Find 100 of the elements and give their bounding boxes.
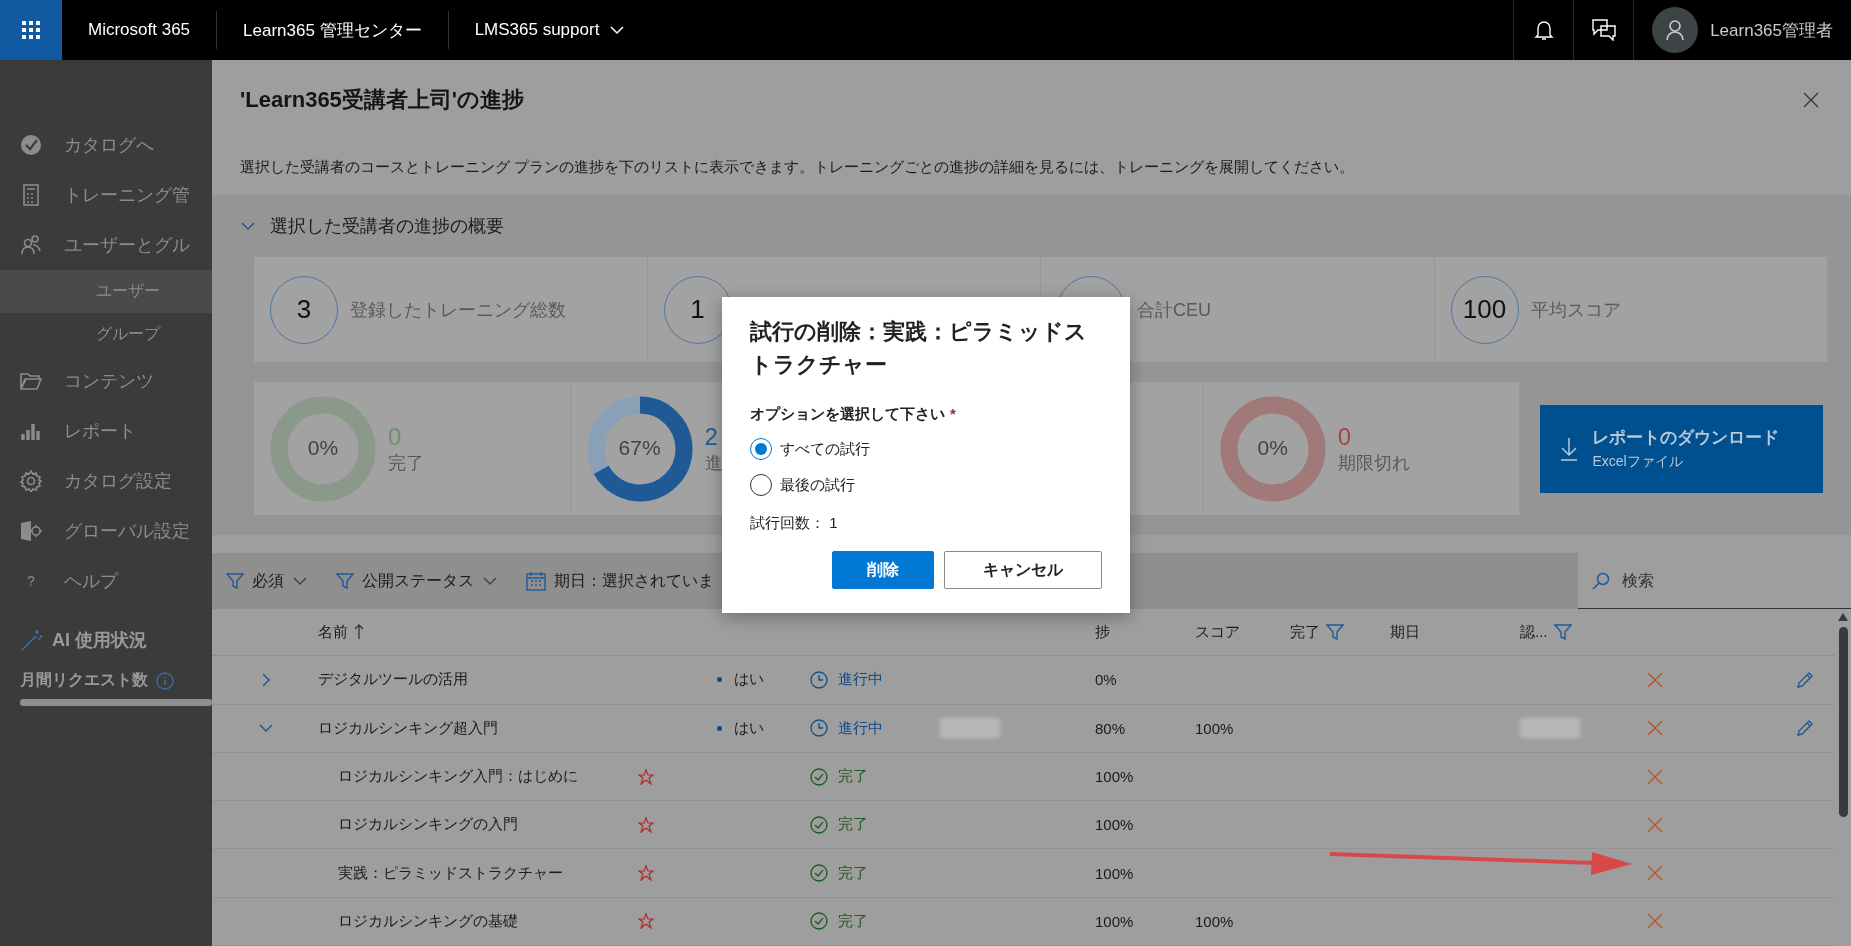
required-value: はい [703, 670, 810, 690]
download-icon [1560, 436, 1579, 461]
nav-subitem[interactable]: グループ [0, 313, 212, 356]
filter-icon [336, 572, 354, 590]
star-icon [638, 865, 654, 882]
tenant-selector[interactable]: LMS365 support [448, 11, 652, 49]
required-mark: * [950, 405, 956, 424]
donut-percent: 0% [1256, 435, 1289, 460]
close-icon [1647, 865, 1663, 882]
filter-button[interactable]: 必須 [220, 569, 314, 593]
stat-count: 0 [1337, 422, 1353, 451]
bell-icon [1533, 19, 1554, 41]
app-launcher-button[interactable] [0, 0, 62, 60]
progress-value: 0% [1095, 671, 1118, 689]
help-icon: ? [20, 573, 42, 589]
pencil-icon [1796, 719, 1814, 738]
progress-value: 80% [1095, 719, 1127, 737]
nav-label: ユーザーとグル [64, 234, 190, 257]
nav-label: カタログ設定 [64, 470, 172, 493]
close-icon [1647, 720, 1663, 737]
nav-item[interactable]: コンテンツ [0, 356, 212, 406]
nav-label: レポート [64, 420, 136, 443]
training-name: ロジカルシンキング入門：はじめに [337, 767, 579, 786]
radio-option[interactable]: すべての試行 [750, 438, 1102, 460]
stat-label: 期限切れ [1337, 451, 1410, 475]
nav-item[interactable]: グローバル設定 [0, 506, 212, 556]
folder-icon [20, 370, 42, 392]
nav-item[interactable]: レポート [0, 406, 212, 456]
column-header[interactable]: 完了 [1290, 622, 1390, 642]
panel-title: 'Learn365受講者上司'の進捗 [240, 86, 525, 114]
filter-button[interactable]: 期日：選択されていま [520, 569, 720, 593]
status-label: 完了 [810, 863, 940, 883]
download-report-button[interactable]: レポートのダウンロード Excelファイル [1540, 404, 1823, 493]
sort-up-icon [354, 624, 364, 641]
star-icon [638, 816, 654, 833]
chat-icon [1591, 19, 1616, 41]
search-field[interactable]: 検索 [1578, 553, 1851, 609]
filter-button[interactable]: 公開ステータス [330, 569, 504, 593]
nav-label: コンテンツ [64, 370, 154, 393]
brand-name: Microsoft 365 [62, 11, 218, 49]
stat-label: 完了 [388, 451, 424, 475]
nav-item[interactable]: トレーニング管 [0, 170, 212, 220]
star-icon [638, 913, 654, 930]
progress-value: 100% [1095, 912, 1135, 930]
option-prompt: オプションを選択して下さい [750, 405, 945, 424]
column-header[interactable]: 期日 [1390, 622, 1520, 642]
nav-item[interactable]: カタログ設定 [0, 456, 212, 506]
app-title: Learn365 管理センター [217, 11, 449, 49]
progress-value: 100% [1095, 864, 1135, 882]
check-circle-icon [20, 134, 42, 156]
blurred-text [1520, 718, 1580, 739]
close-icon [1647, 671, 1663, 688]
progress-value: 100% [1095, 816, 1135, 834]
settings-document-icon [20, 520, 42, 542]
stat-label: 登録したトレーニング総数 [350, 298, 566, 322]
status-label: 進行中 [810, 718, 940, 738]
filter-icon [1553, 623, 1572, 642]
nav-item[interactable]: ? ヘルプ [0, 556, 212, 606]
cancel-button[interactable]: キャンセル [944, 551, 1102, 589]
avatar[interactable] [1652, 7, 1699, 53]
status-label: 完了 [810, 767, 940, 786]
column-header[interactable]: スコア [1195, 622, 1290, 642]
donut-percent: 0% [306, 435, 340, 460]
column-header[interactable]: 捗 [1095, 622, 1195, 642]
pencil-icon [1796, 670, 1814, 689]
radio-option[interactable]: 最後の試行 [750, 474, 1102, 496]
people-icon [20, 234, 42, 256]
training-name: 実践：ピラミッドストラクチャー [337, 863, 564, 883]
magic-wand-icon [20, 628, 44, 652]
panel-description: 選択した受講者のコースとトレーニング プランの進捗を下のリストに表示できます。トレーニングごとの進捗の詳細を見るには、トレーニングを展開してください。 [239, 157, 1356, 177]
nav-label: ヘルプ [64, 570, 118, 593]
training-name: ロジカルシンキングの基礎 [337, 911, 519, 931]
search-input[interactable]: 検索 [1620, 570, 1820, 591]
info-icon [156, 671, 174, 690]
column-header[interactable]: 認... [1520, 622, 1630, 642]
stat-label: 平均スコア [1530, 298, 1621, 322]
status-label: 完了 [810, 911, 940, 931]
delete-button[interactable]: 削除 [832, 551, 934, 589]
dialog-title: 試行の削除：実践：ピラミッドストラクチャー [750, 318, 1088, 379]
filter-icon [226, 572, 244, 590]
user-name: Learn365管理者 [1710, 19, 1833, 42]
donut-percent: 67% [617, 435, 662, 460]
nav-item[interactable]: カタログへ [0, 120, 212, 170]
ai-usage-title: AI 使用状況 [52, 629, 147, 652]
training-name: デジタルツールの活用 [318, 670, 469, 690]
attempt-count: 試行回数： 1 [750, 514, 839, 533]
nav-subitem[interactable]: ユーザー [0, 270, 212, 313]
summary-toggle[interactable]: 選択した受講者の進捗の概要 [240, 195, 1823, 257]
nav-item[interactable]: ユーザーとグル [0, 220, 212, 270]
search-icon [1592, 571, 1610, 590]
stat-count: 2 [704, 422, 719, 451]
calendar-icon [526, 571, 546, 591]
progress-value: 100% [1095, 768, 1135, 785]
nav-label: グローバル設定 [64, 520, 190, 543]
column-header[interactable]: 名前 [318, 622, 638, 642]
nav-label: トレーニング管 [64, 184, 190, 207]
stat-label: 合計CEU [1137, 298, 1211, 322]
nav-label: カタログへ [64, 134, 154, 157]
settings-icon [20, 470, 42, 492]
calculator-icon [20, 184, 42, 206]
